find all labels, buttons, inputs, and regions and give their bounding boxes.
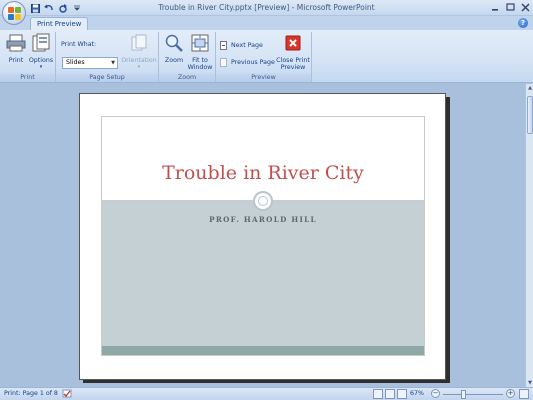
minimize-icon[interactable] bbox=[490, 2, 501, 13]
ribbon: Print Options ▾ Print Print What: Slides… bbox=[0, 30, 533, 83]
help-icon[interactable]: ? bbox=[518, 18, 528, 28]
next-page-label: Next Page bbox=[231, 42, 263, 49]
fit-window-icon bbox=[191, 34, 209, 52]
orientation-icon bbox=[131, 34, 147, 51]
vertical-scrollbar[interactable]: ▲ ▼ bbox=[525, 84, 533, 387]
orientation-button[interactable]: Orientation ▾ bbox=[120, 33, 158, 71]
office-button-icon[interactable] bbox=[2, 1, 26, 25]
slide-body-area bbox=[102, 203, 424, 346]
close-icon[interactable] bbox=[520, 2, 531, 13]
slide-preview: Trouble in River City PROF. HAROLD HILL bbox=[101, 116, 425, 356]
next-page-icon bbox=[220, 41, 227, 50]
zoom-slider[interactable] bbox=[443, 394, 503, 395]
slide-title: Trouble in River City bbox=[162, 162, 364, 184]
orientation-label: Orientation bbox=[121, 57, 157, 64]
zoom-group: Zoom Fit to Window Zoom bbox=[159, 32, 216, 82]
close-label-line2: Preview bbox=[280, 64, 306, 71]
fit-label-line2: Window bbox=[187, 64, 213, 71]
options-label: Options bbox=[28, 57, 54, 64]
spelling-icon[interactable] bbox=[62, 389, 72, 399]
options-button[interactable]: Options ▾ bbox=[28, 33, 54, 71]
options-icon bbox=[32, 33, 50, 52]
zoom-slider-thumb[interactable] bbox=[461, 390, 466, 399]
preview-group: Next Page Previous Page Close Print Prev… bbox=[216, 32, 312, 82]
zoom-button[interactable]: Zoom bbox=[162, 33, 186, 64]
chevron-down-icon: ▾ bbox=[137, 64, 141, 70]
close-preview-icon bbox=[285, 35, 301, 51]
slide-bottom-band bbox=[102, 346, 424, 355]
chevron-down-icon: ▼ bbox=[111, 60, 115, 66]
print-what-select[interactable]: Slides ▼ bbox=[62, 57, 118, 69]
status-bar: Print: Page 1 of 8 67% − + bbox=[0, 387, 533, 400]
view-buttons bbox=[373, 389, 407, 399]
zoom-label: Zoom bbox=[164, 57, 184, 64]
preview-page[interactable]: Trouble in River City PROF. HAROLD HILL bbox=[79, 93, 446, 380]
scroll-down-icon[interactable]: ▼ bbox=[526, 379, 533, 387]
slide-circle-ornament bbox=[253, 191, 273, 211]
title-bar: Trouble in River City.pptx [Preview] - M… bbox=[0, 0, 533, 16]
zoom-level[interactable]: 67% bbox=[410, 390, 424, 397]
page-indicator: Print: Page 1 of 8 bbox=[4, 390, 58, 397]
close-label-line1: Close Print bbox=[276, 57, 310, 64]
previous-page-button[interactable]: Previous Page bbox=[220, 58, 275, 67]
scroll-thumb[interactable] bbox=[527, 96, 533, 134]
print-group-label: Print bbox=[0, 73, 55, 82]
print-button[interactable]: Print bbox=[5, 33, 27, 64]
fit-slide-icon[interactable] bbox=[519, 389, 529, 399]
fit-label-line1: Fit to bbox=[192, 57, 208, 64]
preview-group-label: Preview bbox=[216, 73, 311, 82]
zoom-in-icon[interactable]: + bbox=[506, 389, 515, 398]
close-print-preview-button[interactable]: Close Print Preview bbox=[276, 33, 310, 71]
slide-subtitle: PROF. HAROLD HILL bbox=[209, 215, 317, 224]
next-page-button[interactable]: Next Page bbox=[220, 41, 263, 50]
print-icon bbox=[6, 34, 26, 52]
slide-title-area bbox=[102, 117, 424, 200]
chevron-down-icon: ▾ bbox=[39, 64, 43, 70]
print-label: Print bbox=[8, 57, 24, 64]
slide-sorter-icon[interactable] bbox=[385, 389, 395, 399]
zoom-icon bbox=[165, 34, 183, 52]
window-title: Trouble in River City.pptx [Preview] - M… bbox=[158, 3, 375, 12]
slide-show-icon[interactable] bbox=[397, 389, 407, 399]
maximize-icon[interactable] bbox=[505, 2, 516, 13]
window-controls bbox=[490, 2, 531, 13]
normal-view-icon[interactable] bbox=[373, 389, 383, 399]
previous-page-label: Previous Page bbox=[231, 59, 275, 66]
print-what-value: Slides bbox=[66, 59, 85, 66]
tab-print-preview[interactable]: Print Preview bbox=[30, 17, 89, 30]
tab-row: Print Preview ? bbox=[0, 16, 533, 30]
previous-page-icon bbox=[220, 58, 227, 67]
page-setup-group-label: Page Setup bbox=[56, 73, 158, 82]
fit-to-window-button[interactable]: Fit to Window bbox=[186, 33, 214, 71]
zoom-group-label: Zoom bbox=[159, 73, 215, 82]
print-group: Print Options ▾ Print bbox=[0, 32, 56, 82]
zoom-out-icon[interactable]: − bbox=[431, 389, 440, 398]
print-what-label: Print What: bbox=[61, 41, 97, 48]
page-setup-group: Print What: Slides ▼ Orientation ▾ Page … bbox=[56, 32, 159, 82]
scroll-up-icon[interactable]: ▲ bbox=[526, 84, 533, 92]
